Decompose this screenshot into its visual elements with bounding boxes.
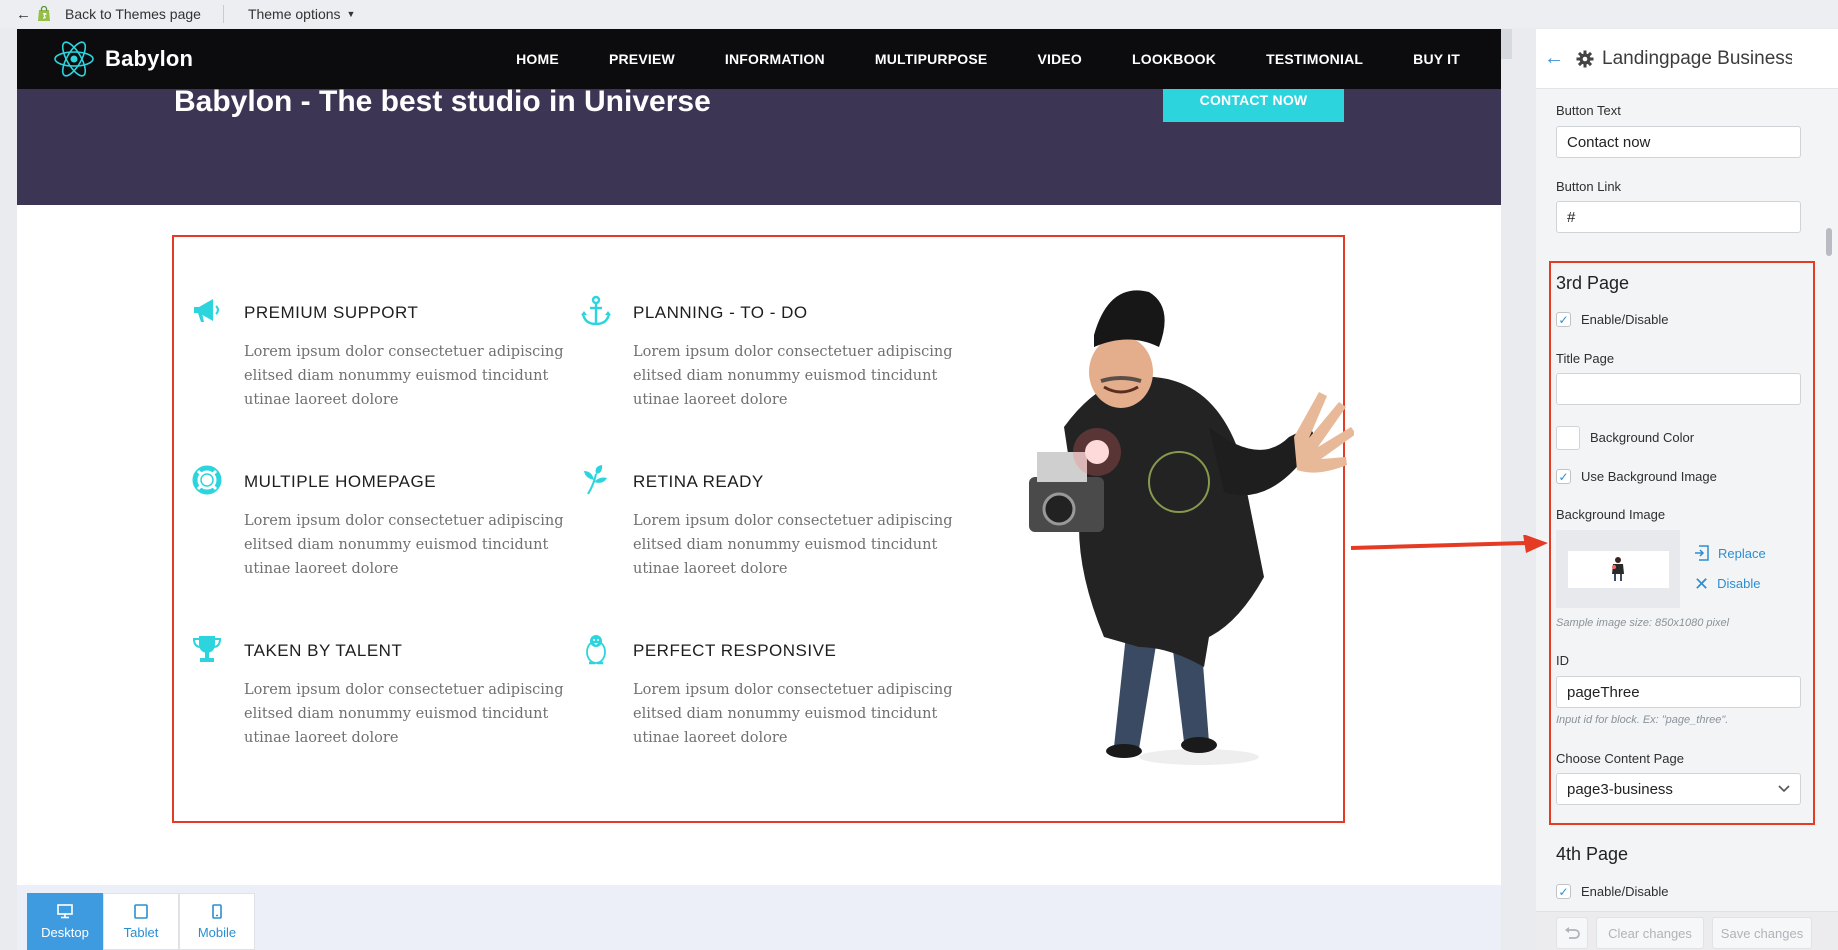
leaf-icon <box>584 465 607 495</box>
atom-logo-icon <box>54 41 94 77</box>
anchor-icon <box>581 295 611 326</box>
nav-multipurpose[interactable]: MULTIPURPOSE <box>875 51 988 67</box>
feature-title: MULTIPLE HOMEPAGE <box>244 472 437 491</box>
clear-changes-button[interactable]: Clear changes <box>1596 917 1704 949</box>
mobile-icon <box>212 903 222 919</box>
megaphone-icon <box>194 299 219 322</box>
trophy-icon <box>192 636 222 662</box>
feature-description: Lorem ipsum dolor consectetuer adipiscin… <box>633 513 953 577</box>
topbar-divider <box>222 5 224 23</box>
site-navbar: Babylon HOME PREVIEW INFORMATION MULTIPU… <box>17 29 1501 89</box>
nav-testimonial[interactable]: TESTIMONIAL <box>1266 51 1363 67</box>
button-link-label: Button Link <box>1556 179 1622 194</box>
device-tablet-label: Tablet <box>123 924 159 940</box>
feature-description: Lorem ipsum dolor consectetuer adipiscin… <box>244 344 564 408</box>
nav-video[interactable]: VIDEO <box>1037 51 1082 67</box>
feature-title: PERFECT RESPONSIVE <box>633 641 837 660</box>
button-link-input[interactable]: # <box>1556 201 1801 233</box>
penguin-icon <box>586 635 606 665</box>
nav-home[interactable]: HOME <box>516 51 559 67</box>
nav-buy-it[interactable]: BUY IT <box>1413 51 1460 67</box>
device-mobile-button[interactable]: Mobile <box>179 893 255 950</box>
lifebuoy-icon <box>192 465 222 495</box>
caret-down-icon: ▼ <box>346 9 356 19</box>
device-switcher-bar: Desktop Tablet Mobile <box>17 885 1501 950</box>
theme-options-label: Theme options <box>247 6 341 22</box>
photographer-image <box>1029 290 1354 765</box>
device-desktop-label: Desktop <box>41 924 89 940</box>
device-mobile-label: Mobile <box>197 924 237 940</box>
admin-topbar: ← Back to Themes page Theme options ▼ <box>0 0 1838 28</box>
gear-icon <box>1576 50 1594 67</box>
button-text-label: Button Text <box>1556 103 1621 118</box>
hero-title: Babylon - The best studio in Universe <box>174 85 711 118</box>
feature-description: Lorem ipsum dolor consectetuer adipiscin… <box>633 344 953 408</box>
settings-panel: ← Landingpage Business Button Text Conta… <box>1536 29 1838 950</box>
save-changes-button[interactable]: Save changes <box>1712 917 1812 949</box>
checkmark-icon: ✓ <box>1556 884 1571 899</box>
feature-title: TAKEN BY TALENT <box>244 641 403 660</box>
feature-title: PREMIUM SUPPORT <box>244 303 419 322</box>
panel-back-arrow-icon[interactable]: ← <box>1544 47 1564 70</box>
nav-preview[interactable]: PREVIEW <box>609 51 675 67</box>
panel-title: Landingpage Business <box>1602 47 1792 69</box>
annotation-arrow <box>1350 535 1548 553</box>
desktop-icon <box>57 903 73 918</box>
fourth-page-heading: 4th Page <box>1556 844 1629 864</box>
site-logo[interactable]: Babylon <box>53 36 193 82</box>
button-text-input[interactable]: Contact now <box>1556 126 1801 158</box>
undo-button[interactable] <box>1556 917 1588 949</box>
third-page-highlight <box>1549 261 1815 825</box>
device-tablet-button[interactable]: Tablet <box>103 893 179 950</box>
nav-lookbook[interactable]: LOOKBOOK <box>1132 51 1216 67</box>
back-to-themes-label: Back to Themes page <box>65 6 201 22</box>
site-logo-text: Babylon <box>105 46 194 71</box>
device-desktop-button[interactable]: Desktop <box>27 893 103 950</box>
feature-title: PLANNING - TO - DO <box>633 303 808 322</box>
third-page-section: PREMIUM SUPPORT Lorem ipsum dolor consec… <box>172 235 1354 823</box>
feature-description: Lorem ipsum dolor consectetuer adipiscin… <box>633 682 953 746</box>
feature-description: Lorem ipsum dolor consectetuer adipiscin… <box>244 682 564 746</box>
undo-icon <box>1565 927 1580 939</box>
back-to-themes-link[interactable]: ← Back to Themes page <box>0 6 201 23</box>
panel-header: ← Landingpage Business <box>1536 29 1838 89</box>
site-nav-menu: HOME PREVIEW INFORMATION MULTIPURPOSE VI… <box>491 29 1485 89</box>
hero-banner: Babylon - The best studio in Universe CO… <box>17 77 1501 205</box>
page4-enable-checkbox[interactable]: ✓ Enable/Disable <box>1556 884 1668 899</box>
feature-description: Lorem ipsum dolor consectetuer adipiscin… <box>244 513 564 577</box>
theme-options-dropdown[interactable]: Theme options ▼ <box>248 6 356 22</box>
feature-title: RETINA READY <box>633 472 764 491</box>
panel-scrollbar[interactable] <box>1826 228 1832 256</box>
shopify-bag-icon <box>38 6 50 21</box>
page4-enable-label: Enable/Disable <box>1581 884 1669 899</box>
nav-information[interactable]: INFORMATION <box>725 51 825 67</box>
theme-preview-frame: Babylon HOME PREVIEW INFORMATION MULTIPU… <box>17 29 1501 950</box>
back-arrow-icon: ← <box>16 5 31 23</box>
tablet-icon <box>134 903 148 919</box>
